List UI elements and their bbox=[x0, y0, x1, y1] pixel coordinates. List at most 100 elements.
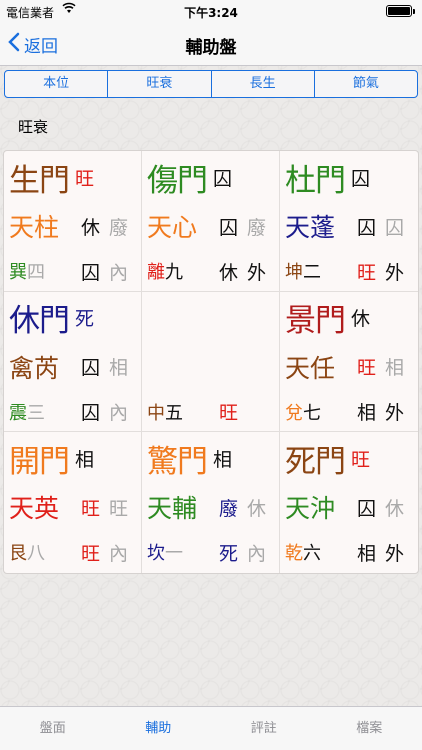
star-name: 天輔 bbox=[147, 494, 198, 524]
palace-number: 八 bbox=[27, 543, 45, 565]
palace-grid: 生門旺天柱休廢巽四囚內傷門囚天心囚廢離九休外杜門囚天蓬囚囚坤二旺外休門死禽芮囚相… bbox=[3, 150, 419, 574]
palace-state: 死 bbox=[219, 542, 239, 565]
tab-panmian[interactable]: 盤面 bbox=[0, 707, 106, 750]
star-state: 休 bbox=[81, 216, 101, 239]
palace-row: 乾六 相外 bbox=[285, 539, 404, 565]
palace-trigram: 離 bbox=[147, 262, 165, 283]
star-row: 天任旺相 bbox=[285, 350, 404, 384]
star-state: 囚 bbox=[357, 216, 377, 239]
palace-trigram: 坤 bbox=[285, 262, 303, 283]
palace-row: 兌七 相外 bbox=[285, 399, 404, 425]
palace-trigram: 乾 bbox=[285, 543, 303, 565]
gate-name: 生門 bbox=[9, 162, 70, 199]
star-state: 囚 bbox=[219, 216, 239, 239]
palace-row: 震三 囚內 bbox=[9, 399, 128, 425]
view-segmented-control: 本位 旺衰 長生 節氣 bbox=[4, 70, 418, 98]
segment-jieqi[interactable]: 節氣 bbox=[315, 71, 417, 97]
palace-cell: 休門死禽芮囚相震三 囚內 bbox=[4, 291, 142, 433]
palace-inner-outer: 內 bbox=[109, 261, 129, 284]
palace-inner-outer: 外 bbox=[385, 542, 405, 565]
star-name: 天英 bbox=[9, 494, 60, 524]
palace-trigram: 坎 bbox=[147, 543, 165, 565]
star-state: 旺 bbox=[357, 357, 377, 380]
segment-changsheng[interactable]: 長生 bbox=[212, 71, 315, 97]
star-row: 禽芮囚相 bbox=[9, 350, 128, 384]
palace-cell: 死門旺天沖囚休乾六 相外 bbox=[280, 432, 418, 573]
star-season-state: 休 bbox=[247, 497, 267, 520]
section-label: 旺衰 bbox=[18, 118, 49, 136]
palace-trigram: 兌 bbox=[285, 402, 303, 424]
palace-number: 七 bbox=[303, 402, 321, 424]
tab-dangan[interactable]: 檔案 bbox=[317, 707, 422, 750]
palace-row: 坤二 旺外 bbox=[285, 258, 404, 284]
gate-state: 旺 bbox=[351, 448, 371, 471]
palace-number: 三 bbox=[27, 402, 45, 424]
palace-trigram: 震 bbox=[9, 402, 27, 424]
palace-trigram: 中 bbox=[147, 402, 165, 424]
star-state: 囚 bbox=[81, 357, 101, 380]
gate-state: 囚 bbox=[351, 167, 371, 190]
gate-row: 生門旺 bbox=[9, 157, 95, 199]
star-name: 天柱 bbox=[9, 213, 60, 242]
palace-number: 四 bbox=[27, 262, 45, 283]
star-row: 天心囚廢 bbox=[147, 209, 266, 243]
palace-row: 坎一 死內 bbox=[147, 539, 266, 565]
palace-number: 二 bbox=[303, 262, 321, 283]
palace-number: 五 bbox=[165, 402, 183, 424]
star-season-state: 囚 bbox=[385, 216, 405, 239]
palace-state: 囚 bbox=[81, 402, 101, 425]
star-state: 廢 bbox=[219, 497, 239, 520]
gate-state: 死 bbox=[75, 308, 95, 331]
gate-state: 相 bbox=[75, 448, 95, 471]
palace-cell: 生門旺天柱休廢巽四 囚內 bbox=[4, 151, 142, 292]
palace-cell: 開門相天英旺旺艮八旺內 bbox=[4, 432, 142, 573]
gate-state: 相 bbox=[213, 448, 233, 471]
battery-icon bbox=[386, 5, 415, 17]
palace-state: 相 bbox=[357, 402, 377, 425]
palace-number: 九 bbox=[165, 262, 183, 283]
gate-name: 死門 bbox=[285, 443, 346, 480]
palace-trigram: 艮 bbox=[9, 543, 27, 565]
page-title: 輔助盤 bbox=[185, 38, 237, 58]
gate-name: 景門 bbox=[285, 303, 346, 340]
segment-wangshuai[interactable]: 旺衰 bbox=[108, 71, 212, 97]
star-state: 囚 bbox=[357, 497, 377, 520]
star-row: 天輔廢休 bbox=[147, 490, 266, 524]
gate-row: 死門旺 bbox=[285, 438, 371, 480]
palace-state: 囚 bbox=[81, 261, 101, 284]
palace-cell: 傷門囚天心囚廢離九 休外 bbox=[142, 151, 280, 292]
palace-inner-outer: 外 bbox=[385, 261, 405, 284]
segment-benwei[interactable]: 本位 bbox=[5, 71, 109, 97]
palace-inner-outer: 內 bbox=[109, 402, 129, 425]
palace-state: 旺 bbox=[357, 261, 377, 284]
star-name: 天任 bbox=[285, 353, 336, 383]
gate-name: 開門 bbox=[9, 443, 70, 480]
palace-state: 休 bbox=[219, 261, 239, 284]
gate-state: 旺 bbox=[75, 167, 95, 190]
palace-row: 巽四 囚內 bbox=[9, 258, 128, 284]
palace-trigram: 巽 bbox=[9, 262, 27, 283]
palace-state: 旺 bbox=[81, 542, 101, 565]
gate-name: 傷門 bbox=[147, 162, 208, 199]
tab-fuzhu[interactable]: 輔助 bbox=[106, 707, 212, 750]
star-name: 天沖 bbox=[285, 494, 336, 524]
tab-pingzhu[interactable]: 評註 bbox=[211, 707, 317, 750]
gate-row bbox=[147, 298, 153, 338]
palace-inner-outer: 外 bbox=[385, 402, 405, 425]
gate-row: 驚門相 bbox=[147, 438, 233, 480]
gate-name: 杜門 bbox=[285, 162, 346, 199]
star-season-state: 廢 bbox=[247, 216, 267, 239]
star-name: 天蓬 bbox=[285, 213, 336, 242]
star-row: 天沖囚休 bbox=[285, 490, 404, 524]
palace-number: 六 bbox=[303, 543, 321, 565]
star-season-state: 相 bbox=[109, 357, 129, 380]
palace-inner-outer: 外 bbox=[247, 261, 267, 284]
palace-cell: 中五 旺 bbox=[142, 291, 280, 433]
palace-inner-outer: 內 bbox=[247, 542, 267, 565]
gate-row: 杜門囚 bbox=[285, 157, 371, 199]
star-season-state: 相 bbox=[385, 357, 405, 380]
gate-name: 休門 bbox=[9, 303, 70, 340]
star-season-state: 旺 bbox=[109, 497, 129, 520]
navigation-bar: 返回 輔助盤 bbox=[0, 22, 422, 66]
status-bar: 電信業者 下午3:24 bbox=[0, 0, 422, 22]
